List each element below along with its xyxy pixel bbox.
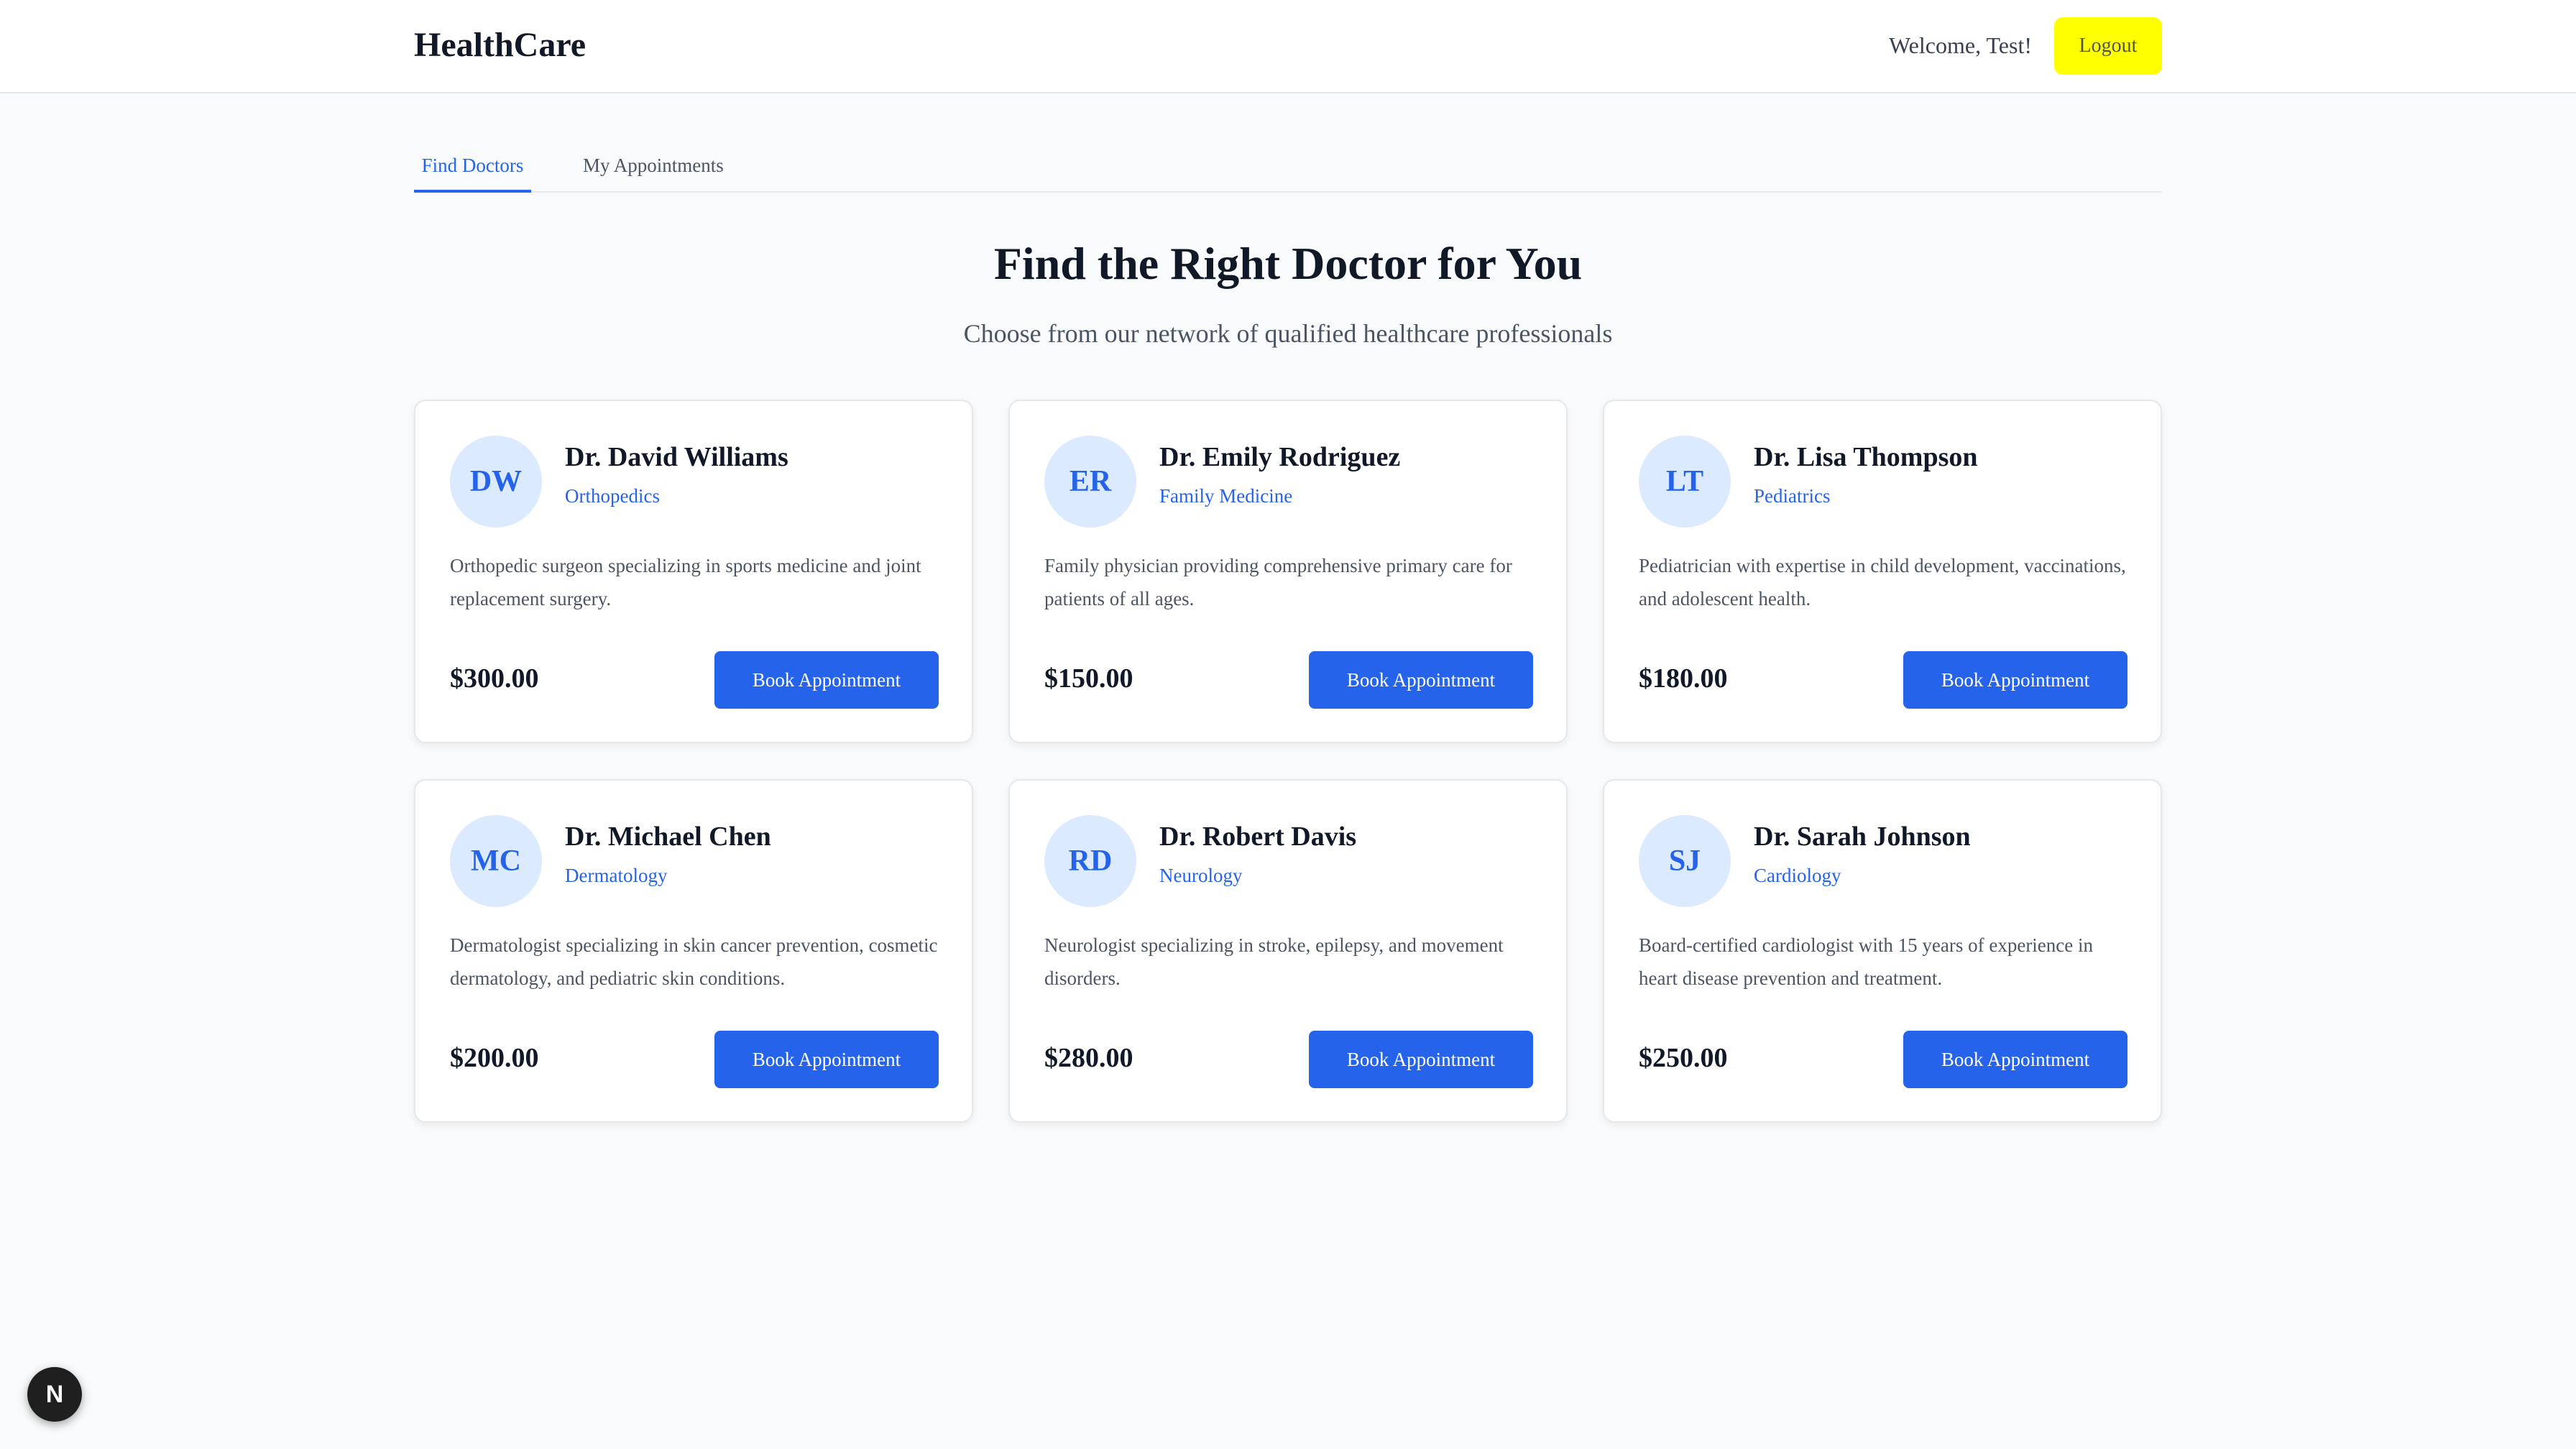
doctor-name: Dr. Sarah Johnson	[1754, 822, 1971, 852]
page-subtitle: Choose from our network of qualified hea…	[963, 319, 1613, 348]
doctor-specialty: Dermatology	[565, 865, 668, 886]
doctor-description: Pediatrician with expertise in child dev…	[1639, 555, 2126, 610]
doctor-description: Neurologist specializing in stroke, epil…	[1044, 934, 1504, 989]
doctor-price: $300.00	[450, 663, 539, 694]
book-appointment-button[interactable]: Book Appointment	[1903, 1031, 2128, 1088]
doctor-name: Dr. Robert Davis	[1159, 822, 1357, 852]
doctor-name: Dr. Emily Rodriguez	[1159, 442, 1401, 472]
avatar: DW	[450, 436, 542, 528]
logout-button[interactable]: Logout	[2054, 17, 2162, 75]
doctor-card: SJ Dr. Sarah Johnson Cardiology Board-ce…	[1603, 779, 2162, 1123]
doctor-price: $150.00	[1044, 663, 1133, 694]
doctor-description: Orthopedic surgeon specializing in sport…	[450, 555, 921, 610]
doctor-specialty: Pediatrics	[1754, 485, 1831, 507]
doctor-description: Family physician providing comprehensive…	[1044, 555, 1512, 610]
avatar: LT	[1639, 436, 1731, 528]
doctor-card: RD Dr. Robert Davis Neurology Neurologis…	[1008, 779, 1568, 1123]
book-appointment-button[interactable]: Book Appointment	[714, 651, 939, 709]
doctor-name: Dr. Lisa Thompson	[1754, 442, 1978, 472]
doctor-name: Dr. Michael Chen	[565, 822, 771, 852]
doctor-price: $180.00	[1639, 663, 1728, 694]
doctor-description: Dermatologist specializing in skin cance…	[450, 934, 938, 989]
book-appointment-button[interactable]: Book Appointment	[714, 1031, 939, 1088]
doctor-specialty: Cardiology	[1754, 865, 1841, 886]
doctor-specialty: Orthopedics	[565, 485, 660, 507]
doctor-card: LT Dr. Lisa Thompson Pediatrics Pediatri…	[1603, 400, 2162, 743]
book-appointment-button[interactable]: Book Appointment	[1309, 1031, 1533, 1088]
brand-logo[interactable]: HealthCare	[414, 22, 586, 69]
page-title: Find the Right Doctor for You	[993, 238, 1583, 289]
doctor-specialty: Neurology	[1159, 865, 1243, 886]
avatar: ER	[1044, 436, 1136, 528]
doctor-name: Dr. David Williams	[565, 442, 788, 472]
doctor-price: $200.00	[450, 1043, 539, 1073]
tab-my-appointments[interactable]: My Appointments	[583, 141, 724, 193]
welcome-text: Welcome, Test!	[1889, 32, 2032, 58]
nextjs-icon[interactable]: N	[27, 1367, 82, 1422]
doctor-card: ER Dr. Emily Rodriguez Family Medicine F…	[1008, 400, 1568, 743]
tab-find-doctors[interactable]: Find Doctors	[414, 141, 531, 193]
doctor-card: MC Dr. Michael Chen Dermatology Dermatol…	[414, 779, 973, 1123]
doctor-price: $280.00	[1044, 1043, 1133, 1073]
top-header: HealthCare Welcome, Test! Logout	[0, 0, 2576, 93]
doctor-card: DW Dr. David Williams Orthopedics Orthop…	[414, 400, 973, 743]
doctor-specialty: Family Medicine	[1159, 485, 1293, 507]
avatar: SJ	[1639, 815, 1731, 907]
book-appointment-button[interactable]: Book Appointment	[1309, 651, 1533, 709]
doctor-price: $250.00	[1639, 1043, 1728, 1073]
avatar: RD	[1044, 815, 1136, 907]
tab-bar: Find Doctors My Appointments	[414, 141, 2162, 193]
avatar: MC	[450, 815, 542, 907]
doctor-grid: DW Dr. David Williams Orthopedics Orthop…	[414, 400, 2162, 1123]
doctor-description: Board-certified cardiologist with 15 yea…	[1639, 934, 2094, 989]
book-appointment-button[interactable]: Book Appointment	[1903, 651, 2128, 709]
